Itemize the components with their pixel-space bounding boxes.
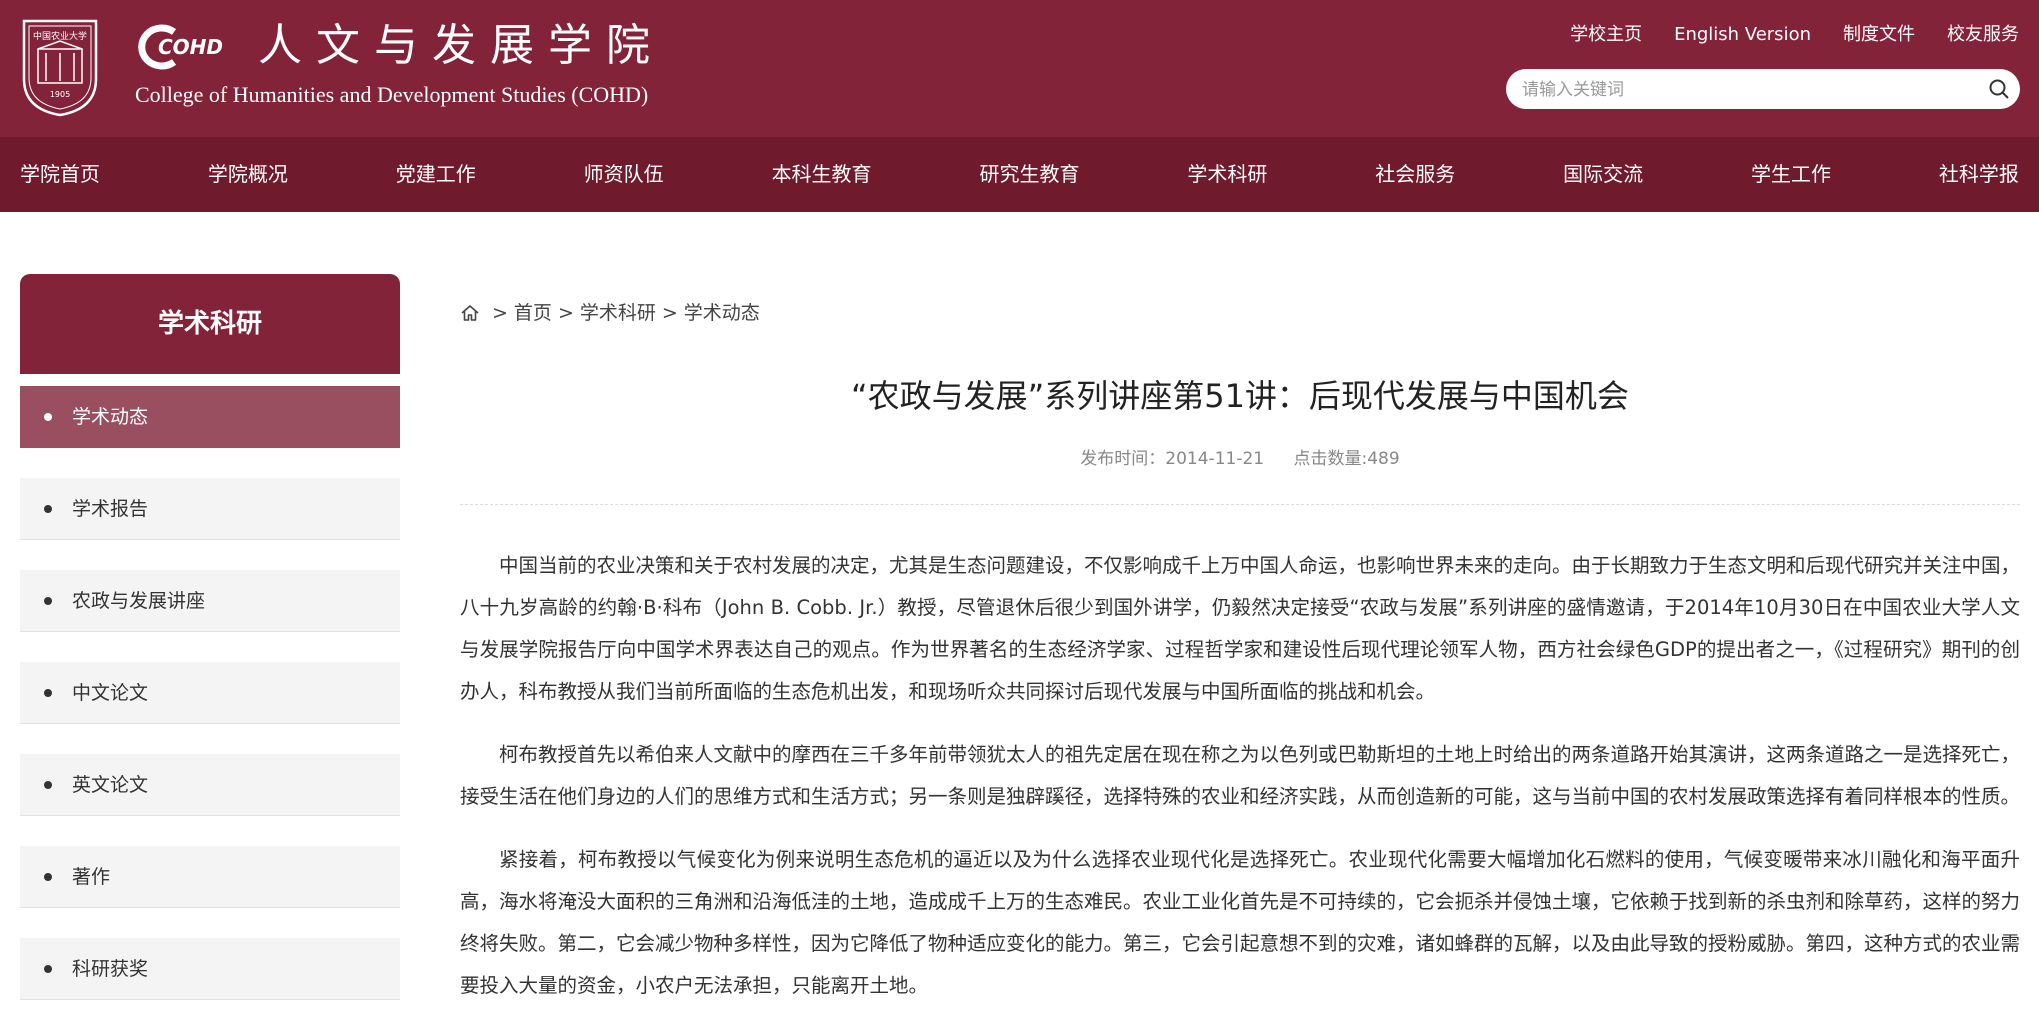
sidebar-item-chinese-papers[interactable]: 中文论文	[20, 662, 400, 724]
breadcrumb-separator: >	[492, 302, 508, 324]
home-icon[interactable]	[460, 303, 480, 323]
sidebar-item-english-papers[interactable]: 英文论文	[20, 754, 400, 816]
sidebar-item-label: 农政与发展讲座	[72, 590, 206, 612]
search-box	[1506, 69, 2020, 111]
cohd-logo-icon[interactable]: COHD	[134, 22, 246, 70]
article-paragraph: 紧接着，柯布教授以气候变化为例来说明生态危机的逼近以及为什么选择农业现代化是选择…	[460, 848, 2020, 997]
university-seal-icon[interactable]: 中国农业大学 1905	[20, 17, 100, 117]
publish-date: 发布时间：2014-11-21	[1080, 449, 1265, 469]
top-link-english-version[interactable]: English Version	[1674, 20, 1811, 50]
college-name-cn: 人文与发展学院	[258, 20, 664, 71]
sidebar-item-label: 中文论文	[72, 682, 149, 704]
breadcrumb-home[interactable]: 首页	[514, 298, 552, 328]
article-body: 中国当前的农业决策和关于农村发展的决定，尤其是生态问题建设，不仅影响成千上万中国…	[460, 545, 2020, 1010]
search-icon[interactable]	[1988, 78, 2010, 100]
search-input[interactable]	[1520, 69, 1964, 111]
bullet-icon	[44, 873, 52, 881]
sidebar-item-label: 学术报告	[72, 498, 149, 520]
sidebar-item-books[interactable]: 著作	[20, 846, 400, 908]
nav-item-international[interactable]: 国际交流	[1563, 137, 1643, 212]
breadcrumb: > 首页 > 学术科研 > 学术动态	[460, 298, 760, 328]
sidebar-item-label: 学术动态	[72, 406, 149, 428]
top-link-alumni-service[interactable]: 校友服务	[1947, 20, 2019, 50]
nav-item-student-affairs[interactable]: 学生工作	[1751, 137, 1831, 212]
seal-text: 中国农业大学	[33, 30, 87, 42]
divider	[460, 504, 2020, 505]
sidebar-item-academic-news[interactable]: 学术动态	[20, 386, 400, 448]
article-title: “农政与发展”系列讲座第51讲：后现代发展与中国机会	[851, 377, 1629, 415]
nav-item-faculty[interactable]: 师资队伍	[584, 137, 664, 212]
seal-year: 1905	[50, 90, 70, 99]
sidebar-title: 学术科研	[20, 274, 400, 374]
bullet-icon	[44, 505, 52, 513]
nav-item-graduate[interactable]: 研究生教育	[979, 137, 1079, 212]
article-meta: 发布时间：2014-11-21 点击数量:489	[460, 444, 2020, 474]
nav-item-party-building[interactable]: 党建工作	[396, 137, 476, 212]
nav-item-social-service[interactable]: 社会服务	[1375, 137, 1455, 212]
bullet-icon	[44, 413, 52, 421]
sidebar-item-label: 著作	[72, 866, 111, 888]
view-count: 点击数量:489	[1293, 449, 1400, 469]
breadcrumb-separator: >	[661, 302, 678, 324]
sidebar-item-research-awards[interactable]: 科研获奖	[20, 938, 400, 1000]
breadcrumb-research[interactable]: 学术科研	[580, 298, 656, 328]
sidebar-item-label: 科研获奖	[72, 958, 149, 980]
college-name-en: College of Humanities and Development St…	[135, 82, 649, 107]
nav-item-undergraduate[interactable]: 本科生教育	[772, 137, 872, 212]
bullet-icon	[44, 781, 52, 789]
article-paragraph: 中国当前的农业决策和关于农村发展的决定，尤其是生态问题建设，不仅影响成千上万中国…	[460, 554, 2020, 703]
nav-item-home[interactable]: 学院首页	[20, 137, 100, 212]
top-link-school-home[interactable]: 学校主页	[1570, 20, 1642, 50]
top-links: 学校主页 English Version 制度文件 校友服务	[1570, 20, 2019, 50]
bullet-icon	[44, 689, 52, 697]
sidebar-item-academic-reports[interactable]: 学术报告	[20, 478, 400, 540]
main-nav: 学院首页 学院概况 党建工作 师资队伍 本科生教育 研究生教育 学术科研 社会服…	[0, 137, 2039, 212]
sidebar-item-label: 英文论文	[72, 774, 149, 796]
breadcrumb-academic-news[interactable]: 学术动态	[684, 298, 760, 328]
nav-item-journal[interactable]: 社科学报	[1939, 137, 2019, 212]
nav-item-research[interactable]: 学术科研	[1187, 137, 1267, 212]
nav-item-about[interactable]: 学院概况	[208, 137, 288, 212]
bullet-icon	[44, 597, 52, 605]
sidebar-item-lecture-series[interactable]: 农政与发展讲座	[20, 570, 400, 632]
breadcrumb-separator: >	[557, 302, 574, 324]
top-link-regulations[interactable]: 制度文件	[1843, 20, 1915, 50]
cohd-logo-text: COHD	[158, 35, 223, 59]
sidebar: 学术科研 学术动态 学术报告 农政与发展讲座 中文论文 英文论文 著作 科研获奖	[20, 274, 400, 1002]
bullet-icon	[44, 965, 52, 973]
site-header: 中国农业大学 1905 COHD 人文与发展学院 College of Huma…	[0, 0, 2039, 137]
article-paragraph: 柯布教授首先以希伯来人文献中的摩西在三千多年前带领犹太人的祖先定居在现在称之为以…	[460, 743, 2020, 808]
